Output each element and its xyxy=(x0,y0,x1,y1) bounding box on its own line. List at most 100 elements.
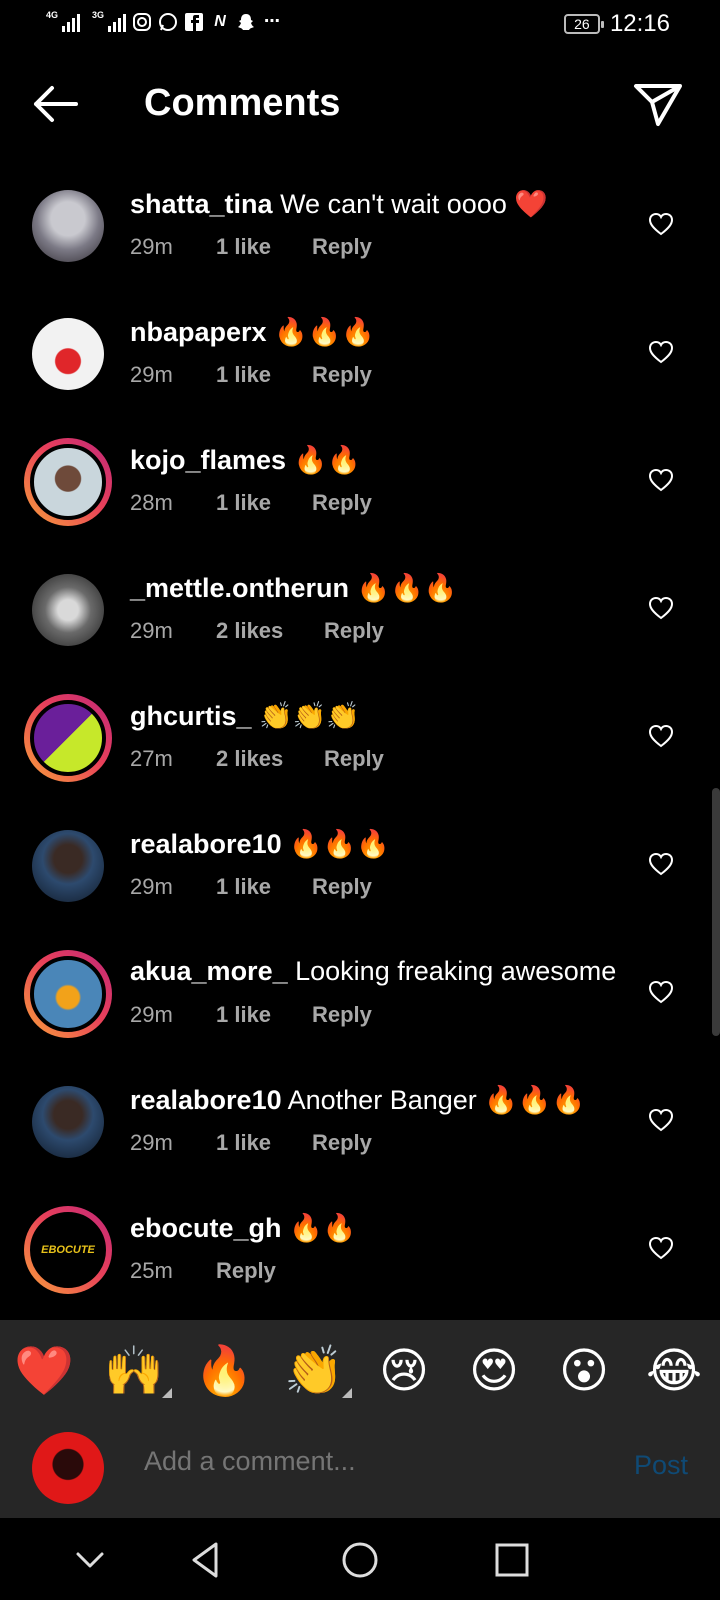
comment-username[interactable]: kojo_flames xyxy=(130,445,286,475)
comment-text: 🔥🔥 xyxy=(289,1213,357,1243)
comment-item: _mettle.ontherun 🔥🔥🔥 29m 2 likes Reply xyxy=(0,544,720,672)
avatar[interactable] xyxy=(24,694,112,782)
arrow-left-icon xyxy=(34,86,78,122)
comment-likes[interactable]: 1 like xyxy=(216,1130,312,1156)
snapchat-icon xyxy=(236,12,256,32)
post-button[interactable]: Post xyxy=(634,1450,688,1481)
avatar[interactable] xyxy=(24,310,112,398)
comment-likes[interactable]: 1 like xyxy=(216,1002,312,1028)
reply-button[interactable]: Reply xyxy=(312,1130,372,1156)
network-type-label: 4G xyxy=(46,10,59,20)
emoji-label: 🙌 xyxy=(104,1345,164,1398)
emoji-button[interactable]: ❤️ xyxy=(14,1342,74,1402)
heart-icon[interactable] xyxy=(648,980,674,1004)
more-icon: ⋯ xyxy=(264,13,280,30)
status-right: 26 12:16 xyxy=(563,10,670,38)
facebook-icon xyxy=(184,12,204,32)
comment-likes[interactable]: 2 likes xyxy=(216,746,324,772)
heart-icon[interactable] xyxy=(648,596,674,620)
battery-icon: 26 xyxy=(563,14,604,34)
variant-indicator-icon xyxy=(342,1388,352,1398)
comment-likes[interactable]: 1 like xyxy=(216,362,312,388)
comment-input[interactable] xyxy=(144,1446,574,1477)
back-button[interactable] xyxy=(28,80,84,128)
comment-composer: Post xyxy=(0,1420,720,1518)
heart-icon[interactable] xyxy=(648,340,674,364)
heart-icon[interactable] xyxy=(648,1236,674,1260)
current-user-avatar xyxy=(32,1432,104,1504)
system-nav-bar xyxy=(0,1518,720,1600)
emoji-button[interactable]: 👏 xyxy=(284,1342,352,1402)
reply-button[interactable]: Reply xyxy=(312,234,372,260)
emoji-label: 👏 xyxy=(284,1345,344,1398)
comment-username[interactable]: ebocute_gh xyxy=(130,1213,282,1243)
comment-username[interactable]: _mettle.ontherun xyxy=(130,573,349,603)
emoji-button[interactable]: 😢 xyxy=(374,1342,434,1402)
heart-icon[interactable] xyxy=(648,468,674,492)
heart-icon[interactable] xyxy=(648,724,674,748)
avatar[interactable] xyxy=(24,566,112,654)
comment-time: 29m xyxy=(130,1002,173,1027)
recents-square-icon[interactable] xyxy=(490,1538,534,1582)
comment-list[interactable]: shatta_tina We can't wait oooo ❤️ 29m 1 … xyxy=(0,160,720,1320)
comment-username[interactable]: ghcurtis_ xyxy=(130,701,252,731)
emoji-button[interactable]: 😍 xyxy=(464,1342,524,1402)
comment-item: realabore10 Another Banger 🔥🔥🔥 29m 1 lik… xyxy=(0,1056,720,1184)
variant-indicator-icon xyxy=(162,1388,172,1398)
reply-button[interactable]: Reply xyxy=(324,746,384,772)
clock: 12:16 xyxy=(609,10,670,37)
scrollbar[interactable] xyxy=(712,788,720,1036)
home-circle-icon[interactable] xyxy=(338,1538,382,1582)
comment-likes[interactable]: 2 likes xyxy=(216,618,324,644)
comment-likes[interactable]: 1 like xyxy=(216,490,312,516)
avatar[interactable] xyxy=(24,1078,112,1166)
comment-time: 29m xyxy=(130,1130,173,1155)
avatar[interactable] xyxy=(24,438,112,526)
comment-text: 🔥🔥 xyxy=(293,445,361,475)
comment-time: 29m xyxy=(130,234,173,259)
comment-username[interactable]: realabore10 xyxy=(130,829,282,859)
comment-username[interactable]: realabore10 xyxy=(130,1085,282,1115)
comment-item: akua_more_ Looking freaking awesome 29m … xyxy=(0,928,720,1056)
comment-text: 🔥🔥🔥 xyxy=(356,573,458,603)
avatar[interactable] xyxy=(24,822,112,910)
avatar[interactable]: EBOCUTE xyxy=(24,1206,112,1294)
comment-time: 27m xyxy=(130,746,173,771)
back-triangle-icon[interactable] xyxy=(184,1538,228,1582)
reply-button[interactable]: Reply xyxy=(324,618,384,644)
reply-button[interactable]: Reply xyxy=(312,874,372,900)
comment-likes[interactable]: 1 like xyxy=(216,874,312,900)
avatar[interactable] xyxy=(24,950,112,1038)
emoji-button[interactable]: 🙌 xyxy=(104,1342,172,1402)
emoji-button[interactable]: 😂 xyxy=(644,1342,704,1402)
comment-time: 29m xyxy=(130,618,173,643)
heart-icon[interactable] xyxy=(648,1108,674,1132)
comment-username[interactable]: shatta_tina xyxy=(130,189,273,219)
share-button[interactable] xyxy=(632,80,684,130)
emoji-button[interactable]: 😮 xyxy=(554,1342,614,1402)
header: Comments xyxy=(0,60,720,150)
comment-time: 25m xyxy=(130,1258,173,1283)
comment-item: kojo_flames 🔥🔥 28m 1 like Reply xyxy=(0,416,720,544)
reply-button[interactable]: Reply xyxy=(312,362,372,388)
emoji-quick-bar: ❤️ 🙌 🔥 👏 😢 😍 😮 😂 xyxy=(0,1320,720,1420)
emoji-button[interactable]: 🔥 xyxy=(194,1342,254,1402)
signal-3g-icon: 3G xyxy=(92,10,126,32)
reply-button[interactable]: Reply xyxy=(216,1258,276,1284)
comment-item: realabore10 🔥🔥🔥 29m 1 like Reply xyxy=(0,800,720,928)
comment-username[interactable]: nbapaperx xyxy=(130,317,267,347)
reply-button[interactable]: Reply xyxy=(312,490,372,516)
comment-likes[interactable]: 1 like xyxy=(216,234,312,260)
comment-text: 👏👏👏 xyxy=(259,701,360,731)
heart-icon[interactable] xyxy=(648,212,674,236)
chevron-down-icon[interactable] xyxy=(68,1538,112,1582)
paper-plane-icon xyxy=(634,84,682,126)
reply-button[interactable]: Reply xyxy=(312,1002,372,1028)
comment-item: nbapaperx 🔥🔥🔥 29m 1 like Reply xyxy=(0,288,720,416)
comment-item: ghcurtis_ 👏👏👏 27m 2 likes Reply xyxy=(0,672,720,800)
comment-text: Looking freaking awesome xyxy=(295,956,617,986)
comment-text: 🔥🔥🔥 xyxy=(289,829,390,859)
avatar[interactable] xyxy=(24,182,112,270)
comment-username[interactable]: akua_more_ xyxy=(130,956,288,986)
heart-icon[interactable] xyxy=(648,852,674,876)
